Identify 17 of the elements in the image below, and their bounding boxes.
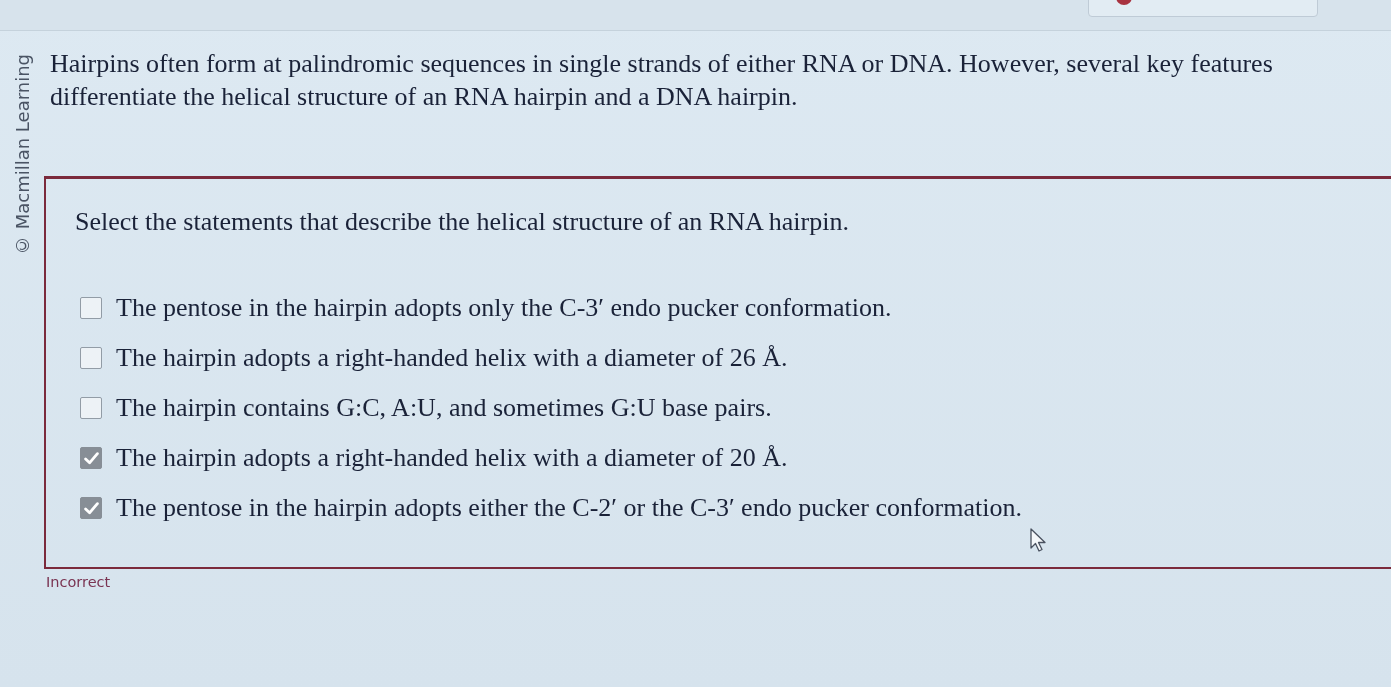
option-label: The hairpin adopts a right-handed helix with a diameter of 20 Å. [116, 443, 788, 473]
checkmark-icon [83, 451, 99, 465]
question-prompt: Select the statements that describe the helical structure of an RNA hairpin. [75, 206, 850, 238]
copyright-notice: © Macmillan Learning [11, 54, 33, 257]
option-label: The pentose in the hairpin adopts only the C-3′ endo pucker conformation. [116, 293, 892, 323]
option-label: The pentose in the hairpin adopts either the C-2′ or the C-3′ endo pucker conformation. [116, 493, 1022, 523]
checkbox[interactable] [80, 347, 102, 369]
intro-paragraph: Hairpins often form at palindromic sequences in single strands of either RNA or DNA. However, several key features differentiate the helical structure of an RNA hairpin and a DNA hairpin. [50, 48, 1274, 113]
option-label: The hairpin adopts a right-handed helix with a diameter of 26 Å. [116, 343, 788, 373]
checkbox[interactable] [80, 447, 102, 469]
checkbox[interactable] [80, 397, 102, 419]
checkmark-icon [83, 501, 99, 515]
checkbox[interactable] [80, 297, 102, 319]
option-label: The hairpin contains G:C, A:U, and sometimes G:U base pairs. [116, 393, 772, 423]
mouse-pointer-icon [1030, 528, 1046, 552]
checkbox[interactable] [80, 497, 102, 519]
feedback-text: Incorrect [46, 574, 112, 590]
